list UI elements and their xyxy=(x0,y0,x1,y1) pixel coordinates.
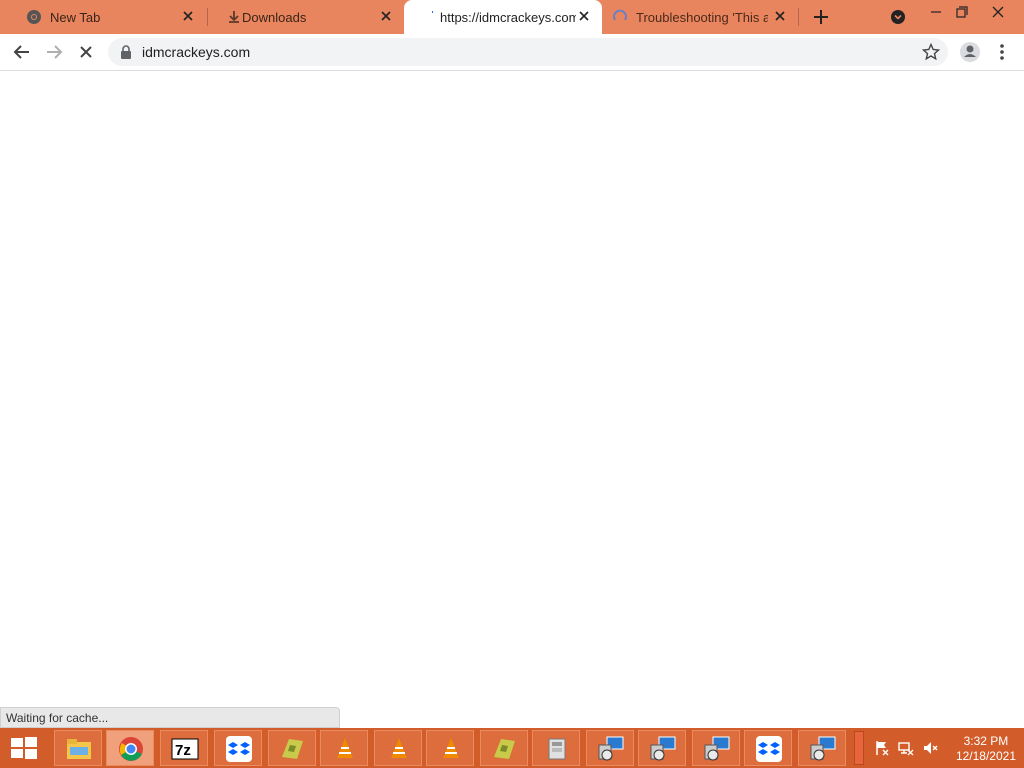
taskbar-remote-desktop-3[interactable] xyxy=(692,730,740,766)
volume-muted-icon[interactable] xyxy=(922,740,938,756)
remote-desktop-icon xyxy=(650,736,676,761)
minimize-icon[interactable] xyxy=(922,2,950,28)
taskbar-dropbox-2[interactable] xyxy=(744,730,792,766)
taskbar-remote-desktop-4[interactable] xyxy=(798,730,846,766)
tab-title: Troubleshooting 'This ap xyxy=(636,10,768,25)
taskbar-archive[interactable] xyxy=(532,730,580,766)
taskbar-vlc-3[interactable] xyxy=(426,730,474,766)
7zip-icon: 7z xyxy=(171,738,199,760)
action-center-flag-icon[interactable] xyxy=(874,740,890,756)
profile-icon[interactable] xyxy=(956,38,984,66)
address-bar[interactable]: idmcrackeys.com xyxy=(108,38,948,66)
taskbar-vlc-1[interactable] xyxy=(320,730,368,766)
tab-strip: New Tab Downloads https://idmcrackeys.co… xyxy=(0,0,1024,34)
taskbar-folder-2[interactable] xyxy=(480,730,528,766)
network-icon[interactable] xyxy=(898,740,914,756)
system-clock[interactable]: 3:32 PM 12/18/2021 xyxy=(956,734,1016,764)
url-text[interactable]: idmcrackeys.com xyxy=(142,44,250,60)
vlc-icon xyxy=(337,738,353,758)
tab-title: https://idmcrackeys.com xyxy=(440,10,576,25)
taskbar-scroll-handle[interactable] xyxy=(854,731,864,765)
restore-icon[interactable] xyxy=(948,2,976,28)
dropbox-icon xyxy=(226,736,252,762)
windows-start-icon[interactable] xyxy=(10,736,38,760)
tab-new-tab[interactable]: New Tab xyxy=(6,0,206,34)
tab-title: Downloads xyxy=(242,10,307,25)
svg-text:7z: 7z xyxy=(175,742,191,759)
menu-icon[interactable] xyxy=(988,38,1016,66)
taskbar-7zip[interactable]: 7z xyxy=(160,730,208,766)
tab-downloads[interactable]: Downloads xyxy=(206,0,404,34)
status-bubble: Waiting for cache... xyxy=(0,707,340,728)
taskbar-chrome[interactable] xyxy=(106,730,154,766)
tab-idmcrackeys[interactable]: https://idmcrackeys.com xyxy=(404,0,602,34)
stop-loading-icon[interactable] xyxy=(72,38,100,66)
taskbar-remote-desktop-1[interactable] xyxy=(586,730,634,766)
loading-spinner-icon xyxy=(613,9,627,21)
clock-date: 12/18/2021 xyxy=(955,749,1016,763)
close-icon[interactable] xyxy=(378,8,394,24)
close-icon[interactable] xyxy=(180,8,196,24)
tab-title: New Tab xyxy=(50,10,101,25)
bookmark-star-icon[interactable] xyxy=(922,43,940,61)
page-content xyxy=(0,71,1024,728)
taskbar-vlc-2[interactable] xyxy=(374,730,422,766)
taskbar-remote-desktop-2[interactable] xyxy=(638,730,686,766)
download-icon xyxy=(229,11,239,23)
clock-time: 3:32 PM xyxy=(963,734,1009,748)
windows-taskbar: 7z 3:32 PM 12/18/2021 xyxy=(0,728,1024,768)
taskbar-file-explorer[interactable] xyxy=(54,730,102,766)
remote-desktop-icon xyxy=(704,736,730,761)
close-icon[interactable] xyxy=(772,8,788,24)
remote-desktop-icon xyxy=(810,736,836,761)
lock-icon[interactable] xyxy=(120,45,132,59)
window-close-icon[interactable] xyxy=(984,2,1012,28)
new-tab-icon[interactable] xyxy=(812,8,830,26)
chrome-icon xyxy=(27,10,41,24)
folder-icon xyxy=(282,739,303,759)
vlc-icon xyxy=(391,738,407,758)
close-icon[interactable] xyxy=(576,8,592,24)
chrome-icon xyxy=(119,737,143,761)
remote-desktop-icon xyxy=(598,736,624,761)
taskbar-dropbox[interactable] xyxy=(214,730,262,766)
folder-icon xyxy=(494,739,515,759)
back-icon[interactable] xyxy=(8,38,36,66)
tab-search-icon[interactable] xyxy=(890,9,906,25)
vlc-icon xyxy=(443,738,459,758)
loading-icon xyxy=(431,10,434,14)
archive-icon xyxy=(548,738,566,760)
taskbar-folder-1[interactable] xyxy=(268,730,316,766)
folder-icon xyxy=(67,739,91,759)
tab-troubleshooting[interactable]: Troubleshooting 'This ap xyxy=(602,0,798,34)
dropbox-icon xyxy=(756,736,782,762)
forward-icon[interactable] xyxy=(40,38,68,66)
